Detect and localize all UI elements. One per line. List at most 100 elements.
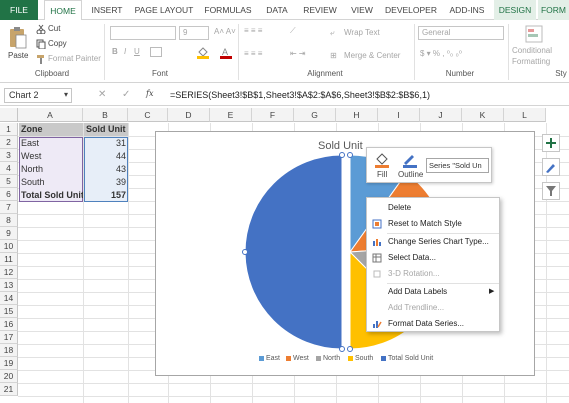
- row-header[interactable]: 3: [0, 149, 18, 162]
- tab-add-ins[interactable]: ADD-INS: [444, 0, 490, 20]
- legend-item-north[interactable]: North: [316, 355, 340, 362]
- copy-button[interactable]: Copy: [48, 39, 67, 48]
- menu-item-delete[interactable]: Delete: [367, 200, 501, 216]
- row-header[interactable]: 11: [0, 253, 18, 266]
- conditional-formatting-label-2[interactable]: Formatting: [512, 57, 550, 66]
- align-left-icons[interactable]: ≡ ≡ ≡: [244, 49, 262, 58]
- paste-icon[interactable]: [8, 26, 28, 50]
- align-top-icons[interactable]: ≡ ≡ ≡: [244, 26, 262, 35]
- row-header[interactable]: 5: [0, 175, 18, 188]
- column-header-g[interactable]: G: [294, 108, 336, 122]
- row-header[interactable]: 18: [0, 344, 18, 357]
- selection-handle[interactable]: [347, 346, 353, 352]
- legend-item-total[interactable]: Total Sold Unit: [381, 355, 433, 362]
- tab-data[interactable]: DATA: [260, 0, 294, 20]
- legend-item-south[interactable]: South: [348, 355, 373, 362]
- indent-icons[interactable]: ⇤ ⇥: [290, 49, 306, 58]
- tab-home[interactable]: HOME: [44, 0, 82, 21]
- tab-page-layout[interactable]: PAGE LAYOUT: [132, 0, 196, 20]
- chart-elements-button[interactable]: [542, 134, 560, 152]
- header-cell-zone[interactable]: Zone: [19, 123, 83, 136]
- tab-file[interactable]: FILE: [0, 0, 38, 20]
- row-header[interactable]: 14: [0, 292, 18, 305]
- column-header-h[interactable]: H: [336, 108, 378, 122]
- table-cell[interactable]: East: [19, 137, 83, 150]
- tab-view[interactable]: VIEW: [346, 0, 378, 20]
- font-size-combo[interactable]: 9: [179, 26, 209, 40]
- row-header[interactable]: 17: [0, 331, 18, 344]
- table-cell[interactable]: 157: [84, 189, 128, 202]
- table-cell[interactable]: 43: [84, 163, 128, 176]
- wrap-text-button[interactable]: Wrap Text: [344, 28, 380, 37]
- row-header[interactable]: 19: [0, 357, 18, 370]
- column-header-k[interactable]: K: [462, 108, 504, 122]
- table-cell[interactable]: 44: [84, 150, 128, 163]
- number-format-combo[interactable]: General: [418, 26, 504, 40]
- series-selector-dropdown[interactable]: Series "Sold Un: [426, 158, 489, 173]
- selection-handle[interactable]: [242, 249, 248, 255]
- selection-handle[interactable]: [339, 152, 345, 158]
- row-header[interactable]: 4: [0, 162, 18, 175]
- paste-button[interactable]: Paste: [8, 51, 28, 60]
- menu-item-add-data-labels[interactable]: Add Data Labels ▶: [367, 284, 501, 300]
- column-header-a[interactable]: A: [18, 108, 83, 122]
- row-header[interactable]: 10: [0, 240, 18, 253]
- insert-function-button[interactable]: fx: [146, 89, 153, 98]
- pie-slice-total-sold-unit[interactable]: [244, 154, 343, 350]
- row-header[interactable]: 20: [0, 370, 18, 383]
- column-header-b[interactable]: B: [83, 108, 128, 122]
- tab-insert[interactable]: INSERT: [86, 0, 128, 20]
- fill-button[interactable]: Fill: [377, 170, 387, 179]
- header-cell-sold-unit[interactable]: Sold Unit: [84, 123, 128, 136]
- merge-center-button[interactable]: Merge & Center: [344, 51, 400, 60]
- row-header[interactable]: 12: [0, 266, 18, 279]
- table-cell[interactable]: North: [19, 163, 83, 176]
- outline-button[interactable]: Outline: [398, 170, 423, 179]
- menu-item-select-data[interactable]: Select Data...: [367, 250, 501, 266]
- chart-filters-button[interactable]: [542, 182, 560, 200]
- row-header[interactable]: 6: [0, 188, 18, 201]
- enter-icon[interactable]: ✓: [122, 89, 130, 100]
- conditional-formatting-label-1[interactable]: Conditional: [512, 46, 552, 55]
- row-header[interactable]: 7: [0, 201, 18, 214]
- outline-pen-icon[interactable]: [401, 150, 419, 168]
- column-header-e[interactable]: E: [210, 108, 252, 122]
- chart-styles-button[interactable]: [542, 158, 560, 176]
- formula-input[interactable]: =SERIES(Sheet3!$B$1,Sheet3!$A$2:$A$6,She…: [170, 88, 430, 102]
- name-box[interactable]: Chart 2: [4, 88, 72, 103]
- row-header[interactable]: 13: [0, 279, 18, 292]
- legend-item-east[interactable]: East: [259, 355, 280, 362]
- fill-color-icon[interactable]: [196, 45, 210, 59]
- row-header[interactable]: 1: [0, 123, 18, 136]
- tab-formulas[interactable]: FORMULAS: [200, 0, 256, 20]
- bold-button[interactable]: B: [112, 47, 118, 56]
- table-cell[interactable]: Total Sold Unit: [19, 189, 83, 202]
- font-color-icon[interactable]: A: [220, 45, 232, 59]
- row-header[interactable]: 16: [0, 318, 18, 331]
- legend-item-west[interactable]: West: [286, 355, 309, 362]
- row-header[interactable]: 21: [0, 383, 18, 396]
- name-box-dropdown-icon[interactable]: ▾: [64, 90, 68, 99]
- selection-handle[interactable]: [347, 152, 353, 158]
- cut-button[interactable]: Cut: [48, 24, 60, 33]
- underline-button[interactable]: U: [134, 47, 140, 56]
- menu-item-format-data-series[interactable]: Format Data Series...: [367, 316, 501, 332]
- borders-icon[interactable]: [150, 47, 162, 57]
- font-grow-shrink-icon[interactable]: A˄ A˅: [214, 27, 236, 36]
- column-header-f[interactable]: F: [252, 108, 294, 122]
- conditional-formatting-icon[interactable]: [524, 24, 544, 44]
- table-cell[interactable]: South: [19, 176, 83, 189]
- row-header[interactable]: 2: [0, 136, 18, 149]
- selection-handle[interactable]: [339, 346, 345, 352]
- row-header[interactable]: 8: [0, 214, 18, 227]
- column-header-c[interactable]: C: [128, 108, 168, 122]
- menu-item-change-series-chart-type[interactable]: Change Series Chart Type...: [367, 234, 501, 250]
- menu-item-reset-to-match-style[interactable]: Reset to Match Style: [367, 216, 501, 232]
- tab-format[interactable]: FORM: [538, 0, 569, 20]
- column-header-i[interactable]: I: [378, 108, 420, 122]
- accounting-percent-comma-icons[interactable]: $ ▾ % , ⁰₀ ₀⁰: [420, 49, 462, 58]
- column-header-d[interactable]: D: [168, 108, 210, 122]
- table-cell[interactable]: West: [19, 150, 83, 163]
- tab-review[interactable]: REVIEW: [298, 0, 342, 20]
- column-header-j[interactable]: J: [420, 108, 462, 122]
